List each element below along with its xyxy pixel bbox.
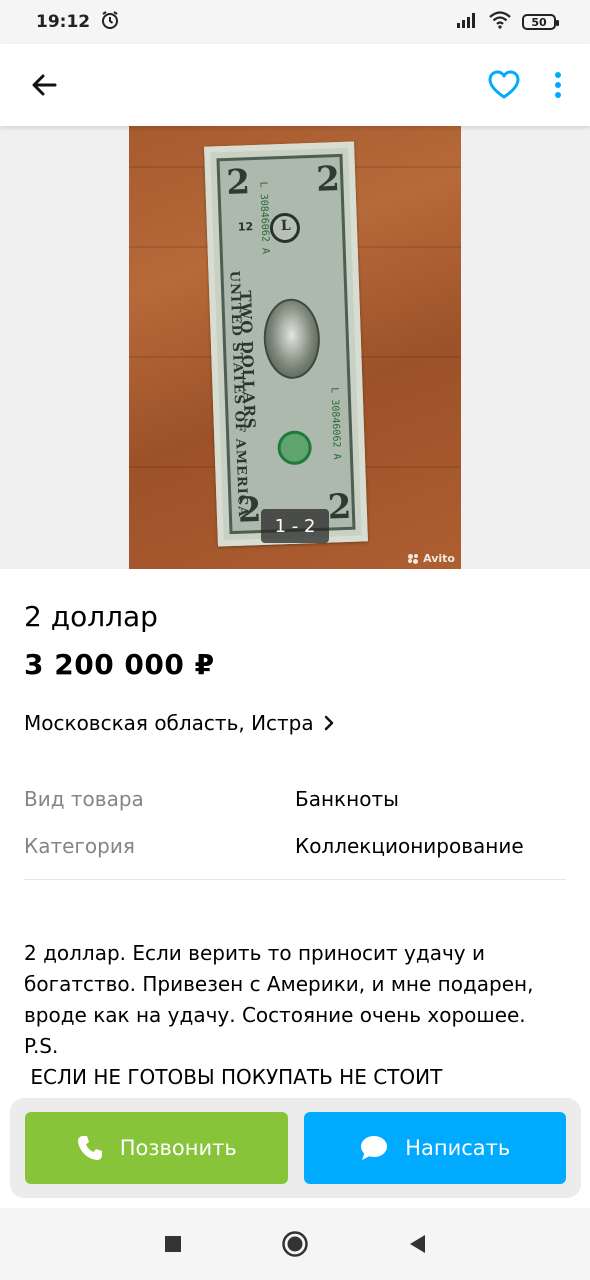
bill-denomination-bottom: 2 xyxy=(237,489,263,531)
listing-price: 3 200 000 ₽ xyxy=(24,648,215,681)
app-bar xyxy=(0,44,590,126)
param-value: Коллекционирование xyxy=(295,834,524,858)
description-line: 2 доллар. Если верить то приносит удачу … xyxy=(24,941,485,965)
listing-title: 2 доллар xyxy=(24,600,158,633)
listing-location-link[interactable]: Московская область, Истра xyxy=(24,709,566,737)
divider xyxy=(24,879,566,880)
treasury-seal xyxy=(277,430,313,466)
photo-gallery[interactable]: 2 2 L 12 L 30846062 A UNITED STATES OF A… xyxy=(0,126,590,569)
bill-district-letter: L xyxy=(280,217,291,235)
description-line: богатство. Привезен с Америки, и мне под… xyxy=(24,972,534,996)
write-button[interactable]: Написать xyxy=(303,1112,566,1184)
param-row: Категория Коллекционирование xyxy=(24,832,566,860)
photo-counter: 1 - 2 xyxy=(261,509,329,543)
bill-denomination-top-right: 2 xyxy=(315,159,341,200)
description-line: ЕСЛИ НЕ ГОТОВЫ ПОКУПАТЬ НЕ СТОИТ xyxy=(24,1065,443,1086)
listing-content: 2 доллар 3 200 000 ₽ Московская область,… xyxy=(0,569,590,1086)
param-key: Категория xyxy=(24,834,135,858)
location-text: Московская область, Истра xyxy=(24,711,314,735)
call-button-label: Позвонить xyxy=(119,1136,237,1160)
home-button[interactable] xyxy=(234,1214,356,1274)
bill-denomination-top: 2 xyxy=(225,162,251,203)
bill-portrait xyxy=(262,297,322,380)
recents-square-icon xyxy=(165,1236,181,1252)
contact-actions-panel: Позвонить Написать xyxy=(10,1098,581,1198)
status-right: 50 xyxy=(456,11,559,33)
favorite-button[interactable] xyxy=(484,65,524,105)
more-options-button[interactable] xyxy=(548,65,568,105)
status-time: 19:12 xyxy=(36,12,91,32)
back-triangle-icon xyxy=(410,1235,425,1253)
description-line: P.S. xyxy=(24,1034,59,1058)
chat-bubble-icon xyxy=(361,1136,388,1160)
status-bar: 19:12 50 xyxy=(0,0,590,44)
wifi-icon xyxy=(488,11,512,33)
battery-icon: 50 xyxy=(522,14,559,30)
avito-logo-icon xyxy=(408,553,420,564)
param-row: Вид товара Банкноты xyxy=(24,785,566,813)
phone-icon xyxy=(77,1136,102,1160)
back-arrow-icon xyxy=(32,74,57,96)
listing-description: 2 доллар. Если верить то приносит удачу … xyxy=(24,938,569,1086)
bill-plate-number: 12 xyxy=(237,220,254,234)
home-circle-icon xyxy=(282,1231,308,1257)
banknote-image: 2 2 L 12 L 30846062 A UNITED STATES OF A… xyxy=(204,141,368,547)
signal-icon xyxy=(456,12,478,32)
recents-button[interactable] xyxy=(112,1214,234,1274)
write-button-label: Написать xyxy=(405,1136,511,1160)
heart-outline-icon xyxy=(488,70,520,99)
bill-serial-top: L 30846062 A xyxy=(257,181,271,255)
bill-serial-bottom: L 30846062 A xyxy=(328,387,343,460)
param-value: Банкноты xyxy=(295,787,399,811)
description-line: вроде как на удачу. Состояние очень хоро… xyxy=(24,1003,526,1027)
banknote-frame: 2 2 L 12 L 30846062 A UNITED STATES OF A… xyxy=(216,153,356,535)
call-button[interactable]: Позвонить xyxy=(25,1112,288,1184)
avito-watermark: Avito xyxy=(408,552,455,565)
params-table: Вид товара Банкноты Категория Коллекцион… xyxy=(24,785,566,860)
back-button[interactable] xyxy=(24,65,64,105)
more-vert-icon xyxy=(555,72,561,98)
system-back-button[interactable] xyxy=(356,1214,478,1274)
bill-value-text: TWO DOLLARS xyxy=(236,290,259,431)
listing-photo[interactable]: 2 2 L 12 L 30846062 A UNITED STATES OF A… xyxy=(129,126,461,569)
system-nav-bar xyxy=(0,1208,590,1280)
status-left: 19:12 xyxy=(36,10,120,35)
bill-denomination-bottom-right: 2 xyxy=(327,486,353,528)
app-bar-actions xyxy=(484,65,568,105)
param-key: Вид товара xyxy=(24,787,144,811)
avito-watermark-text: Avito xyxy=(423,552,455,565)
chevron-right-icon xyxy=(324,715,333,731)
alarm-icon xyxy=(100,10,120,35)
